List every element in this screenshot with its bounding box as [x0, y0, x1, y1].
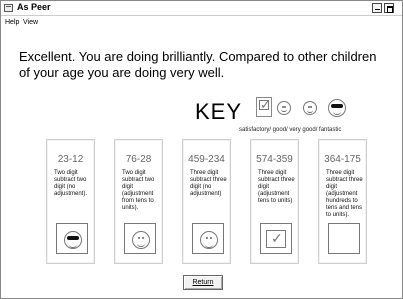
task-card: 364-175 Three digit subtract three digit… [318, 139, 367, 264]
key-caption: satisfactory/ good/ very good/ fantastic [239, 127, 342, 133]
task-description: Three digit subtract three digit (no adj… [190, 170, 227, 197]
rating-slot [260, 223, 292, 254]
task-card: 23-12 Two digit subtract two digit (no a… [46, 139, 95, 264]
task-card: 574-359 Three digit subtract three digit… [250, 139, 299, 264]
happy-face-icon [200, 231, 218, 249]
rating-slot [192, 223, 224, 254]
check-icon [266, 230, 286, 248]
task-numbers: 364-175 [324, 154, 361, 165]
rating-slot [124, 223, 156, 254]
task-numbers: 574-359 [256, 154, 293, 165]
minimize-button[interactable] [372, 3, 382, 13]
smiley-face-icon [277, 101, 291, 115]
app-icon [4, 4, 13, 12]
return-button[interactable]: Return [183, 275, 223, 290]
sunglasses-face-icon [64, 231, 82, 249]
menu-help[interactable]: Help [5, 19, 19, 26]
task-description: Two digit subtract two digit (no adjustm… [54, 170, 88, 197]
check-icon: ✓ [256, 97, 272, 117]
menu-bar: Help View [1, 17, 402, 30]
sunglasses-face-icon [328, 99, 346, 117]
title-bar: As Peer [1, 1, 402, 16]
checkmark-icon: ✓ [260, 97, 271, 112]
task-card: 76-28 Two digit subtract two digit (adju… [114, 139, 163, 264]
maximize-button[interactable] [384, 3, 394, 13]
task-card: 459-234 Three digit subtract three digit… [182, 139, 231, 264]
task-numbers: 76-28 [125, 154, 152, 165]
task-numbers: 459-234 [188, 154, 225, 165]
key-label: KEY [195, 99, 243, 124]
task-description: Three digit subtract three digit (adjust… [258, 170, 295, 204]
window-title: As Peer [17, 2, 51, 12]
feedback-message: Excellent. You are doing brilliantly. Co… [19, 49, 377, 80]
task-description: Two digit subtract two digit (adjustment… [122, 170, 155, 211]
rating-slot [328, 223, 360, 254]
rating-slot [56, 223, 88, 254]
menu-view[interactable]: View [23, 19, 38, 26]
app-window: As Peer Help View Excellent. You are doi… [0, 0, 403, 299]
task-numbers: 23-12 [57, 154, 84, 165]
task-description: Three digit subtract three digit (adjust… [326, 170, 363, 218]
smiley-face-icon [132, 231, 150, 249]
happy-face-icon [303, 101, 317, 115]
